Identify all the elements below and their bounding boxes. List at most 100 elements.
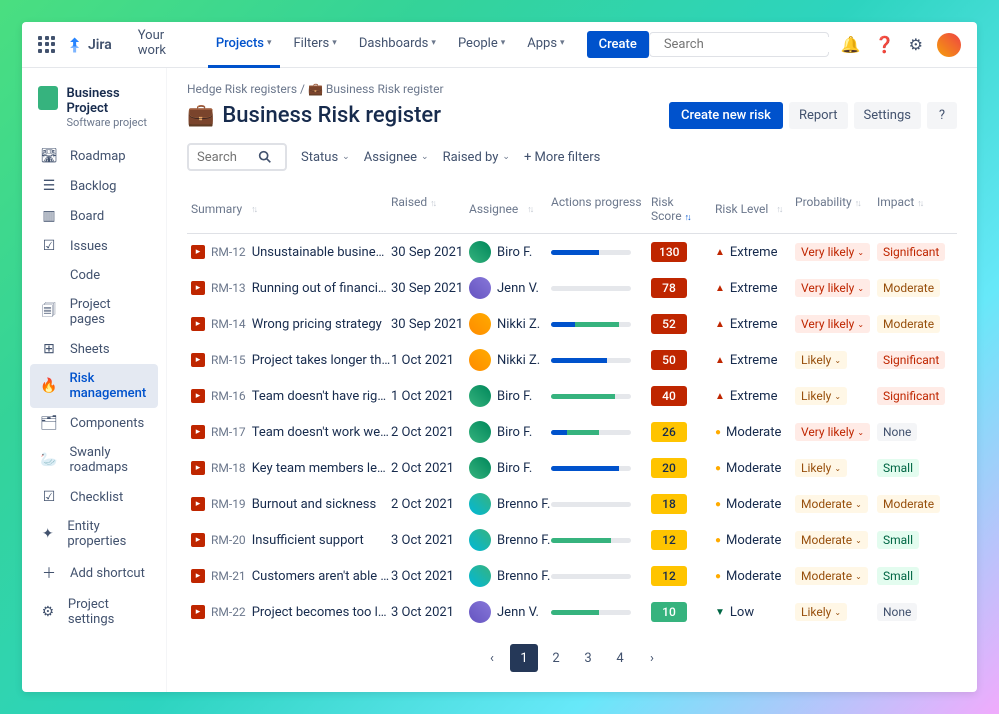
sidebar-item-checklist[interactable]: ☑Checklist: [30, 482, 158, 512]
probability-tag[interactable]: Very likely⌄: [795, 315, 870, 333]
table-row[interactable]: ▸RM-22Project becomes too large an…3 Oct…: [187, 594, 957, 630]
assignee-avatar[interactable]: [469, 457, 491, 479]
probability-tag[interactable]: Moderate⌄: [795, 531, 868, 549]
breadcrumb-parent[interactable]: Hedge Risk registers: [187, 82, 297, 96]
assignee-avatar[interactable]: [469, 421, 491, 443]
table-row[interactable]: ▸RM-13Running out of financial reso…30 S…: [187, 270, 957, 306]
page-2[interactable]: 2: [542, 644, 570, 672]
table-row[interactable]: ▸RM-16Team doesn't have right skillset1 …: [187, 378, 957, 414]
page-1[interactable]: 1: [510, 644, 538, 672]
app-switcher-icon[interactable]: [38, 36, 56, 54]
sidebar-item-code[interactable]: Code: [30, 261, 158, 290]
settings-icon[interactable]: ⚙: [909, 35, 923, 54]
create-risk-button[interactable]: Create new risk: [669, 102, 783, 129]
probability-tag[interactable]: Moderate⌄: [795, 567, 868, 585]
probability-tag[interactable]: Very likely⌄: [795, 423, 870, 441]
sidebar-item-add-shortcut[interactable]: ＋Add shortcut: [30, 556, 158, 590]
probability-tag[interactable]: Moderate⌄: [795, 495, 868, 513]
assignee-avatar[interactable]: [469, 349, 491, 371]
col-progress[interactable]: Actions progress: [551, 195, 651, 223]
create-button[interactable]: Create: [587, 31, 649, 58]
assignee-avatar[interactable]: [469, 241, 491, 263]
filter-raised-by[interactable]: Raised by ⌄: [443, 150, 510, 165]
help-icon[interactable]: ❓: [875, 35, 895, 54]
assignee-avatar[interactable]: [469, 493, 491, 515]
notifications-icon[interactable]: 🔔: [841, 35, 861, 54]
sidebar-item-project-settings[interactable]: ⚙Project settings: [30, 590, 158, 634]
assignee-avatar[interactable]: [469, 529, 491, 551]
col-raised[interactable]: Raised↑↓: [391, 195, 469, 223]
filter-search[interactable]: [187, 143, 287, 171]
table-row[interactable]: ▸RM-17Team doesn't work well toget…2 Oct…: [187, 414, 957, 450]
col-assignee[interactable]: Assignee↑↓: [469, 195, 551, 223]
page-4[interactable]: 4: [606, 644, 634, 672]
col-impact[interactable]: Impact↑↓: [877, 195, 953, 223]
sidebar-item-entity-properties[interactable]: ✦Entity properties: [30, 512, 158, 556]
global-search[interactable]: [649, 32, 829, 57]
table-row[interactable]: ▸RM-19Burnout and sickness2 Oct 2021Bren…: [187, 486, 957, 522]
table-row[interactable]: ▸RM-18Key team members leave2 Oct 2021Bi…: [187, 450, 957, 486]
issue-key[interactable]: RM-22: [211, 605, 246, 619]
assignee-avatar[interactable]: [469, 277, 491, 299]
col-prob[interactable]: Probability↑↓: [795, 195, 877, 223]
sidebar-item-components[interactable]: 🗂Components: [30, 408, 158, 438]
col-summary[interactable]: Summary↑↓: [191, 195, 391, 223]
issue-key[interactable]: RM-14: [211, 317, 246, 331]
nav-your-work[interactable]: Your work: [130, 22, 202, 68]
issue-key[interactable]: RM-16: [211, 389, 246, 403]
risk-score-badge: 130: [651, 242, 687, 262]
assignee-avatar[interactable]: [469, 385, 491, 407]
sidebar-item-board[interactable]: ▥Board: [30, 201, 158, 231]
issue-key[interactable]: RM-15: [211, 353, 246, 367]
sidebar-item-issues[interactable]: ☑Issues: [30, 231, 158, 261]
nav-projects[interactable]: Projects▾: [208, 22, 280, 68]
jira-logo[interactable]: Jira: [66, 36, 112, 54]
probability-tag[interactable]: Very likely⌄: [795, 243, 870, 261]
more-filters[interactable]: + More filters: [524, 150, 600, 165]
col-level[interactable]: Risk Level↑↓: [715, 195, 795, 223]
probability-tag[interactable]: Likely⌄: [795, 351, 847, 369]
issue-key[interactable]: RM-18: [211, 461, 246, 475]
sidebar-item-sheets[interactable]: ⊞Sheets: [30, 334, 158, 364]
probability-tag[interactable]: Likely⌄: [795, 459, 847, 477]
page-next[interactable]: ›: [638, 644, 666, 672]
sidebar-item-backlog[interactable]: ☰Backlog: [30, 171, 158, 201]
sidebar-item-roadmap[interactable]: 🛣Roadmap: [30, 141, 158, 171]
issue-key[interactable]: RM-17: [211, 425, 246, 439]
filter-assignee[interactable]: Assignee ⌄: [364, 150, 429, 165]
assignee-avatar[interactable]: [469, 313, 491, 335]
issue-key[interactable]: RM-21: [211, 569, 246, 583]
probability-tag[interactable]: Very likely⌄: [795, 279, 870, 297]
settings-button[interactable]: Settings: [854, 102, 921, 129]
assignee-avatar[interactable]: [469, 601, 491, 623]
sidebar-item-project-pages[interactable]: 🗐Project pages: [30, 290, 158, 334]
report-button[interactable]: Report: [789, 102, 848, 129]
page-prev[interactable]: ‹: [478, 644, 506, 672]
col-score[interactable]: Risk Score↑↓: [651, 195, 715, 223]
filter-status[interactable]: Status ⌄: [301, 150, 350, 165]
sidebar-item-risk-management[interactable]: 🔥Risk management: [30, 364, 158, 408]
user-avatar[interactable]: [937, 33, 961, 57]
nav-filters[interactable]: Filters▾: [286, 22, 345, 68]
search-input[interactable]: [664, 37, 830, 52]
project-header[interactable]: Business Project Software project: [30, 82, 158, 141]
issue-key[interactable]: RM-12: [211, 245, 246, 259]
filter-search-input[interactable]: [197, 150, 257, 165]
probability-tag[interactable]: Likely⌄: [795, 387, 847, 405]
table-row[interactable]: ▸RM-21Customers aren't able to ado…3 Oct…: [187, 558, 957, 594]
table-row[interactable]: ▸RM-20Insufficient support3 Oct 2021Bren…: [187, 522, 957, 558]
help-button[interactable]: ?: [927, 102, 957, 129]
nav-people[interactable]: People▾: [450, 22, 513, 68]
nav-dashboards[interactable]: Dashboards▾: [351, 22, 444, 68]
table-row[interactable]: ▸RM-12Unsustainable business model30 Sep…: [187, 234, 957, 270]
assignee-avatar[interactable]: [469, 565, 491, 587]
table-row[interactable]: ▸RM-14Wrong pricing strategy30 Sep 2021N…: [187, 306, 957, 342]
page-3[interactable]: 3: [574, 644, 602, 672]
nav-apps[interactable]: Apps▾: [519, 22, 572, 68]
issue-key[interactable]: RM-19: [211, 497, 246, 511]
sidebar-item-swanly-roadmaps[interactable]: 🦢Swanly roadmaps: [30, 438, 158, 482]
table-row[interactable]: ▸RM-15Project takes longer then orig…1 O…: [187, 342, 957, 378]
probability-tag[interactable]: Likely⌄: [795, 603, 847, 621]
issue-key[interactable]: RM-20: [211, 533, 246, 547]
issue-key[interactable]: RM-13: [211, 281, 246, 295]
